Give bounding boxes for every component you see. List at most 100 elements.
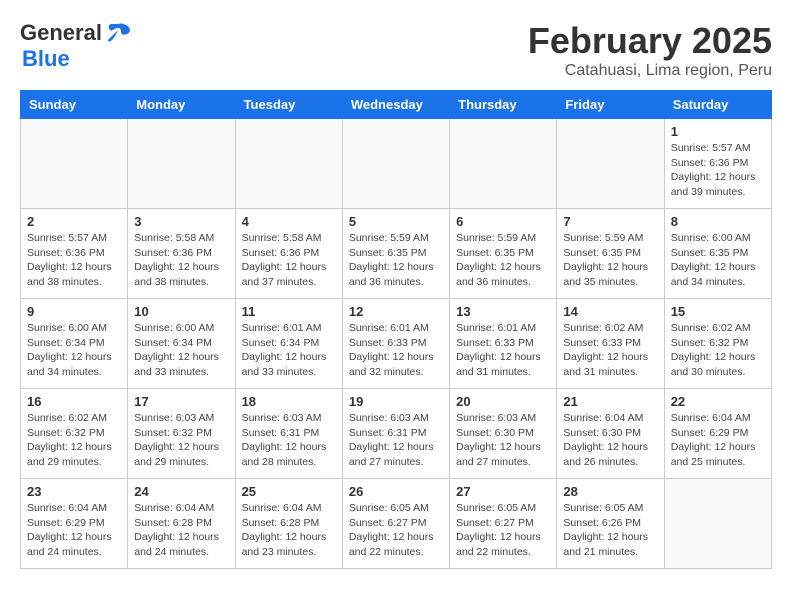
day-info: Sunrise: 6:05 AM Sunset: 6:26 PM Dayligh… xyxy=(563,501,657,560)
day-number: 3 xyxy=(134,214,228,229)
day-cell: 11 Sunrise: 6:01 AM Sunset: 6:34 PM Dayli… xyxy=(235,299,342,389)
day-number: 6 xyxy=(456,214,550,229)
day-number: 16 xyxy=(27,394,121,409)
days-of-week-row: SundayMondayTuesdayWednesdayThursdayFrid… xyxy=(21,91,772,119)
day-header-friday: Friday xyxy=(557,91,664,119)
day-number: 22 xyxy=(671,394,765,409)
day-cell xyxy=(235,119,342,209)
day-info: Sunrise: 6:03 AM Sunset: 6:31 PM Dayligh… xyxy=(349,411,443,470)
logo-bird-icon xyxy=(104,22,132,44)
day-cell: 21 Sunrise: 6:04 AM Sunset: 6:30 PM Dayli… xyxy=(557,389,664,479)
day-info: Sunrise: 6:02 AM Sunset: 6:32 PM Dayligh… xyxy=(27,411,121,470)
week-row-3: 16 Sunrise: 6:02 AM Sunset: 6:32 PM Dayli… xyxy=(21,389,772,479)
day-number: 28 xyxy=(563,484,657,499)
day-number: 26 xyxy=(349,484,443,499)
day-info: Sunrise: 6:04 AM Sunset: 6:29 PM Dayligh… xyxy=(671,411,765,470)
day-cell xyxy=(128,119,235,209)
day-header-tuesday: Tuesday xyxy=(235,91,342,119)
day-cell: 13 Sunrise: 6:01 AM Sunset: 6:33 PM Dayli… xyxy=(450,299,557,389)
day-number: 2 xyxy=(27,214,121,229)
day-cell: 15Sunrise: 6:02 AM Sunset: 6:32 PM Dayli… xyxy=(664,299,771,389)
day-number: 1 xyxy=(671,124,765,139)
week-row-1: 2 Sunrise: 5:57 AM Sunset: 6:36 PM Daylig… xyxy=(21,209,772,299)
day-info: Sunrise: 5:58 AM Sunset: 6:36 PM Dayligh… xyxy=(242,231,336,290)
day-info: Sunrise: 6:05 AM Sunset: 6:27 PM Dayligh… xyxy=(349,501,443,560)
day-info: Sunrise: 6:04 AM Sunset: 6:30 PM Dayligh… xyxy=(563,411,657,470)
day-cell: 9Sunrise: 6:00 AM Sunset: 6:34 PM Daylig… xyxy=(21,299,128,389)
day-cell: 12Sunrise: 6:01 AM Sunset: 6:33 PM Dayli… xyxy=(342,299,449,389)
day-cell xyxy=(664,479,771,569)
day-number: 23 xyxy=(27,484,121,499)
day-info: Sunrise: 6:01 AM Sunset: 6:33 PM Dayligh… xyxy=(456,321,550,380)
day-info: Sunrise: 5:57 AM Sunset: 6:36 PM Dayligh… xyxy=(27,231,121,290)
day-number: 4 xyxy=(242,214,336,229)
day-number: 7 xyxy=(563,214,657,229)
day-header-thursday: Thursday xyxy=(450,91,557,119)
day-number: 25 xyxy=(242,484,336,499)
day-info: Sunrise: 6:04 AM Sunset: 6:29 PM Dayligh… xyxy=(27,501,121,560)
day-number: 10 xyxy=(134,304,228,319)
day-number: 15 xyxy=(671,304,765,319)
day-number: 8 xyxy=(671,214,765,229)
day-number: 11 xyxy=(242,304,336,319)
day-number: 21 xyxy=(563,394,657,409)
week-row-4: 23 Sunrise: 6:04 AM Sunset: 6:29 PM Dayli… xyxy=(21,479,772,569)
day-info: Sunrise: 6:02 AM Sunset: 6:33 PM Dayligh… xyxy=(563,321,657,380)
day-number: 17 xyxy=(134,394,228,409)
location: Catahuasi, Lima region, Peru xyxy=(528,62,772,80)
day-cell: 23 Sunrise: 6:04 AM Sunset: 6:29 PM Dayli… xyxy=(21,479,128,569)
day-number: 27 xyxy=(456,484,550,499)
day-cell: 28 Sunrise: 6:05 AM Sunset: 6:26 PM Dayli… xyxy=(557,479,664,569)
day-number: 13 xyxy=(456,304,550,319)
day-header-wednesday: Wednesday xyxy=(342,91,449,119)
day-cell: 18Sunrise: 6:03 AM Sunset: 6:31 PM Dayli… xyxy=(235,389,342,479)
day-info: Sunrise: 5:57 AM Sunset: 6:36 PM Dayligh… xyxy=(671,141,765,200)
day-cell: 26 Sunrise: 6:05 AM Sunset: 6:27 PM Dayli… xyxy=(342,479,449,569)
day-number: 24 xyxy=(134,484,228,499)
day-number: 14 xyxy=(563,304,657,319)
logo-general-text: General xyxy=(20,20,102,46)
day-info: Sunrise: 5:59 AM Sunset: 6:35 PM Dayligh… xyxy=(563,231,657,290)
day-number: 5 xyxy=(349,214,443,229)
day-info: Sunrise: 6:03 AM Sunset: 6:32 PM Dayligh… xyxy=(134,411,228,470)
day-number: 20 xyxy=(456,394,550,409)
day-info: Sunrise: 5:59 AM Sunset: 6:35 PM Dayligh… xyxy=(456,231,550,290)
day-info: Sunrise: 6:01 AM Sunset: 6:34 PM Dayligh… xyxy=(242,321,336,380)
week-row-2: 9Sunrise: 6:00 AM Sunset: 6:34 PM Daylig… xyxy=(21,299,772,389)
day-cell: 2 Sunrise: 5:57 AM Sunset: 6:36 PM Daylig… xyxy=(21,209,128,299)
logo-blue-text: Blue xyxy=(22,46,70,72)
day-info: Sunrise: 5:59 AM Sunset: 6:35 PM Dayligh… xyxy=(349,231,443,290)
day-number: 19 xyxy=(349,394,443,409)
title-area: February 2025 Catahuasi, Lima region, Pe… xyxy=(528,20,772,80)
day-info: Sunrise: 5:58 AM Sunset: 6:36 PM Dayligh… xyxy=(134,231,228,290)
day-info: Sunrise: 6:01 AM Sunset: 6:33 PM Dayligh… xyxy=(349,321,443,380)
day-cell xyxy=(21,119,128,209)
day-cell: 1 Sunrise: 5:57 AM Sunset: 6:36 PM Daylig… xyxy=(664,119,771,209)
day-cell: 14 Sunrise: 6:02 AM Sunset: 6:33 PM Dayli… xyxy=(557,299,664,389)
calendar-table: SundayMondayTuesdayWednesdayThursdayFrid… xyxy=(20,90,772,569)
day-info: Sunrise: 6:04 AM Sunset: 6:28 PM Dayligh… xyxy=(242,501,336,560)
calendar-body: 1 Sunrise: 5:57 AM Sunset: 6:36 PM Daylig… xyxy=(21,119,772,569)
day-cell: 22 Sunrise: 6:04 AM Sunset: 6:29 PM Dayli… xyxy=(664,389,771,479)
day-cell: 20 Sunrise: 6:03 AM Sunset: 6:30 PM Dayli… xyxy=(450,389,557,479)
logo: General Blue xyxy=(20,20,132,72)
day-info: Sunrise: 6:00 AM Sunset: 6:35 PM Dayligh… xyxy=(671,231,765,290)
day-cell: 19 Sunrise: 6:03 AM Sunset: 6:31 PM Dayli… xyxy=(342,389,449,479)
day-cell: 7 Sunrise: 5:59 AM Sunset: 6:35 PM Daylig… xyxy=(557,209,664,299)
day-cell: 6 Sunrise: 5:59 AM Sunset: 6:35 PM Daylig… xyxy=(450,209,557,299)
day-number: 9 xyxy=(27,304,121,319)
day-cell: 5 Sunrise: 5:59 AM Sunset: 6:35 PM Daylig… xyxy=(342,209,449,299)
day-info: Sunrise: 6:05 AM Sunset: 6:27 PM Dayligh… xyxy=(456,501,550,560)
day-cell: 17 Sunrise: 6:03 AM Sunset: 6:32 PM Dayli… xyxy=(128,389,235,479)
day-cell: 4 Sunrise: 5:58 AM Sunset: 6:36 PM Daylig… xyxy=(235,209,342,299)
day-cell: 3 Sunrise: 5:58 AM Sunset: 6:36 PM Daylig… xyxy=(128,209,235,299)
day-header-sunday: Sunday xyxy=(21,91,128,119)
day-cell: 16 Sunrise: 6:02 AM Sunset: 6:32 PM Dayli… xyxy=(21,389,128,479)
week-row-0: 1 Sunrise: 5:57 AM Sunset: 6:36 PM Daylig… xyxy=(21,119,772,209)
month-year: February 2025 xyxy=(528,20,772,62)
day-info: Sunrise: 6:04 AM Sunset: 6:28 PM Dayligh… xyxy=(134,501,228,560)
header: General Blue February 2025 Catahuasi, Li… xyxy=(20,20,772,80)
day-header-saturday: Saturday xyxy=(664,91,771,119)
day-cell xyxy=(450,119,557,209)
day-info: Sunrise: 6:03 AM Sunset: 6:30 PM Dayligh… xyxy=(456,411,550,470)
